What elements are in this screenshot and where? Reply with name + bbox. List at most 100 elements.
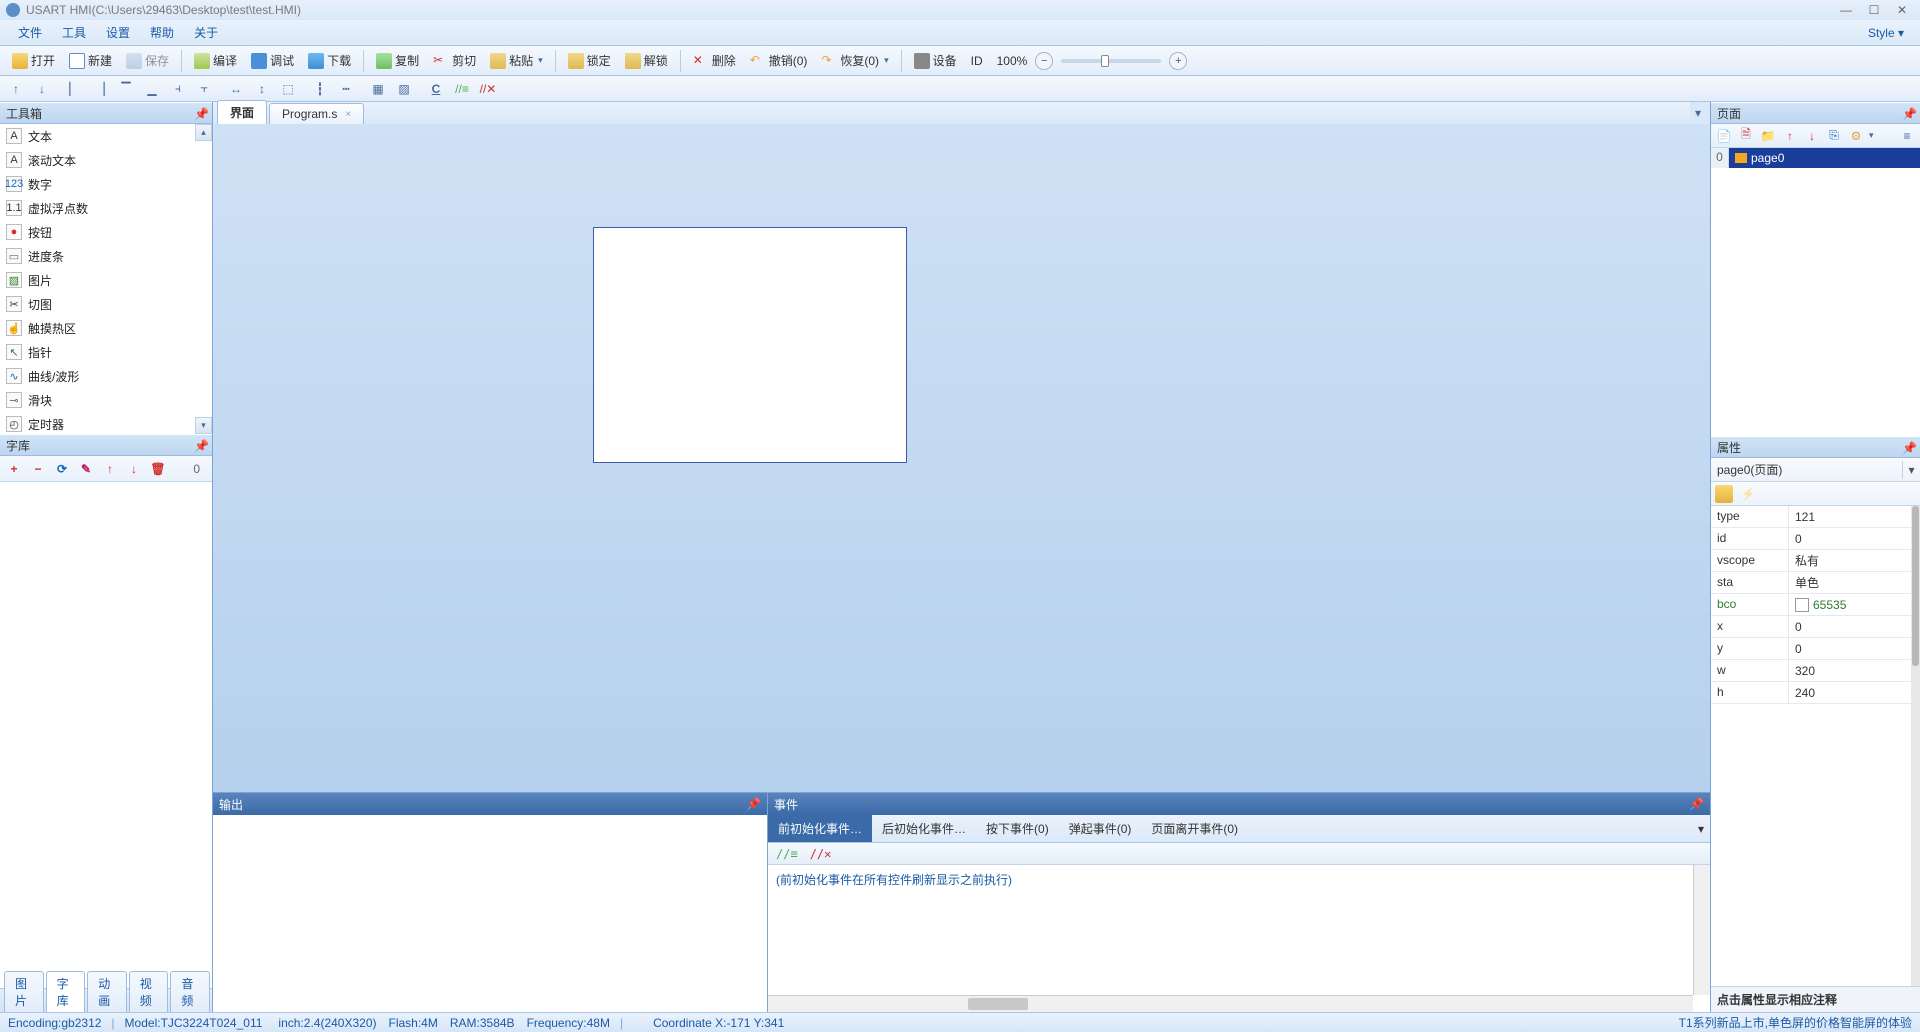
lock-button[interactable]: 锁定	[562, 50, 617, 71]
categorize-icon[interactable]	[1715, 485, 1733, 503]
open-button[interactable]: 打开	[6, 50, 61, 71]
property-value[interactable]: 0	[1789, 528, 1920, 549]
zoom-slider[interactable]	[1061, 59, 1161, 63]
uncomment-icon[interactable]: //✕	[810, 847, 832, 861]
scroll-text-tool[interactable]: A滚动文本	[0, 148, 212, 172]
zoom-in-button[interactable]: +	[1169, 52, 1187, 70]
arrow-up-icon[interactable]: ↑	[6, 79, 26, 99]
chevron-down-icon[interactable]: ▾	[1902, 461, 1920, 479]
debug-button[interactable]: 调试	[245, 50, 300, 71]
movedown-font-button[interactable]: ↓	[126, 461, 142, 477]
property-value[interactable]: 单色	[1789, 572, 1920, 593]
copy-page-button[interactable]: ⎘	[1825, 127, 1843, 145]
paste-button[interactable]: 粘贴▾	[484, 50, 549, 71]
menu-file[interactable]: 文件	[8, 21, 52, 44]
property-row[interactable]: id0	[1711, 528, 1920, 550]
event-tabs-dropdown[interactable]: ▾	[1692, 822, 1710, 836]
same-width-icon[interactable]: ↔	[226, 79, 246, 99]
event-code-body[interactable]: (前初始化事件在所有控件刷新显示之前执行)	[768, 865, 1710, 1012]
same-size-icon[interactable]: ⬚	[278, 79, 298, 99]
pin-icon[interactable]: 📌	[194, 107, 206, 119]
align-hcenter-icon[interactable]: ⫞	[168, 79, 188, 99]
delete-page-button[interactable]: 🗎	[1737, 127, 1755, 145]
property-row[interactable]: vscope私有	[1711, 550, 1920, 572]
property-row[interactable]: y0	[1711, 638, 1920, 660]
menu-settings[interactable]: 设置	[96, 21, 140, 44]
pin-icon[interactable]: 📌	[1689, 797, 1704, 811]
scrollbar-vertical[interactable]	[1693, 865, 1710, 995]
misc-icon-2[interactable]: ▨	[394, 79, 414, 99]
align-left-icon[interactable]: ▏	[64, 79, 84, 99]
delete-button[interactable]: ✕删除	[687, 50, 742, 71]
tab-program[interactable]: Program.s×	[269, 103, 364, 124]
align-vcenter-icon[interactable]: ⫟	[194, 79, 214, 99]
button-tool[interactable]: ●按钮	[0, 220, 212, 244]
edit-font-button[interactable]: ✎	[78, 461, 94, 477]
scrollbar-horizontal[interactable]	[768, 995, 1693, 1012]
design-canvas-area[interactable]	[213, 124, 1710, 792]
text-tool[interactable]: A文本	[0, 124, 212, 148]
property-row[interactable]: x0	[1711, 616, 1920, 638]
redo-button[interactable]: ↷恢复(0)▾	[815, 50, 894, 71]
pin-icon[interactable]: 📌	[1902, 107, 1914, 119]
copy-button[interactable]: 复制	[370, 50, 425, 71]
tab-audio[interactable]: 音频	[170, 971, 210, 1012]
pin-icon[interactable]: 📌	[1902, 441, 1914, 453]
folder-page-button[interactable]: 📁	[1759, 127, 1777, 145]
download-button[interactable]: 下载	[302, 50, 357, 71]
slider-tool[interactable]: ⊸滑块	[0, 388, 212, 412]
event-tab-press[interactable]: 按下事件(0)	[976, 815, 1059, 842]
property-row[interactable]: sta单色	[1711, 572, 1920, 594]
alphabetical-icon[interactable]: ⚡	[1739, 485, 1757, 503]
zoom-out-button[interactable]: −	[1035, 52, 1053, 70]
property-row[interactable]: w320	[1711, 660, 1920, 682]
unlock-button[interactable]: 解锁	[619, 50, 674, 71]
crop-tool[interactable]: ✂切图	[0, 292, 212, 316]
tab-design[interactable]: 界面	[217, 100, 267, 124]
id-toggle[interactable]: ID	[965, 52, 989, 70]
align-bottom-icon[interactable]: ▁	[142, 79, 162, 99]
uncomment-icon[interactable]: //✕	[478, 79, 498, 99]
scroll-down-button[interactable]: ▾	[195, 417, 212, 434]
property-row[interactable]: bco65535	[1711, 594, 1920, 616]
tab-animation[interactable]: 动画	[87, 971, 127, 1012]
hotspot-tool[interactable]: ☝触摸热区	[0, 316, 212, 340]
float-tool[interactable]: 1.1虚拟浮点数	[0, 196, 212, 220]
distribute-h-icon[interactable]: ┇	[310, 79, 330, 99]
property-value[interactable]: 65535	[1789, 594, 1920, 615]
picture-tool[interactable]: ▨图片	[0, 268, 212, 292]
distribute-v-icon[interactable]: ┅	[336, 79, 356, 99]
same-height-icon[interactable]: ↕	[252, 79, 272, 99]
add-font-button[interactable]: +	[6, 461, 22, 477]
save-button[interactable]: 保存	[120, 50, 175, 71]
align-top-icon[interactable]: ▔	[116, 79, 136, 99]
add-page-button[interactable]: 📄	[1715, 127, 1733, 145]
undo-button[interactable]: ↶撤销(0)	[744, 50, 814, 71]
page-up-button[interactable]: ↑	[1781, 127, 1799, 145]
refresh-font-button[interactable]: ⟳	[54, 461, 70, 477]
device-button[interactable]: 设备	[908, 50, 963, 71]
scrollbar-vertical[interactable]	[1911, 506, 1920, 986]
close-button[interactable]: ✕	[1890, 2, 1914, 18]
tab-picture[interactable]: 图片	[4, 971, 44, 1012]
property-value[interactable]: 0	[1789, 616, 1920, 637]
menu-about[interactable]: 关于	[184, 21, 228, 44]
align-right-icon[interactable]: ▕	[90, 79, 110, 99]
page-down-button[interactable]: ↓	[1803, 127, 1821, 145]
cut-button[interactable]: ✂剪切	[427, 50, 482, 71]
pin-icon[interactable]: 📌	[746, 797, 761, 811]
style-dropdown[interactable]: Style ▾	[1868, 26, 1912, 40]
menu-tools[interactable]: 工具	[52, 21, 96, 44]
waveform-tool[interactable]: ∿曲线/波形	[0, 364, 212, 388]
comment-icon[interactable]: //≡	[776, 847, 798, 861]
event-tab-preinit[interactable]: 前初始化事件…	[768, 815, 872, 842]
delete-font-button[interactable]: 🗑	[150, 461, 166, 477]
pin-icon[interactable]: 📌	[194, 439, 206, 451]
arrow-down-icon[interactable]: ↓	[32, 79, 52, 99]
event-tab-release[interactable]: 弹起事件(0)	[1059, 815, 1142, 842]
page-canvas[interactable]	[593, 227, 907, 463]
maximize-button[interactable]: ☐	[1862, 2, 1886, 18]
property-value[interactable]: 私有	[1789, 550, 1920, 571]
property-value[interactable]: 0	[1789, 638, 1920, 659]
property-value[interactable]: 121	[1789, 506, 1920, 527]
